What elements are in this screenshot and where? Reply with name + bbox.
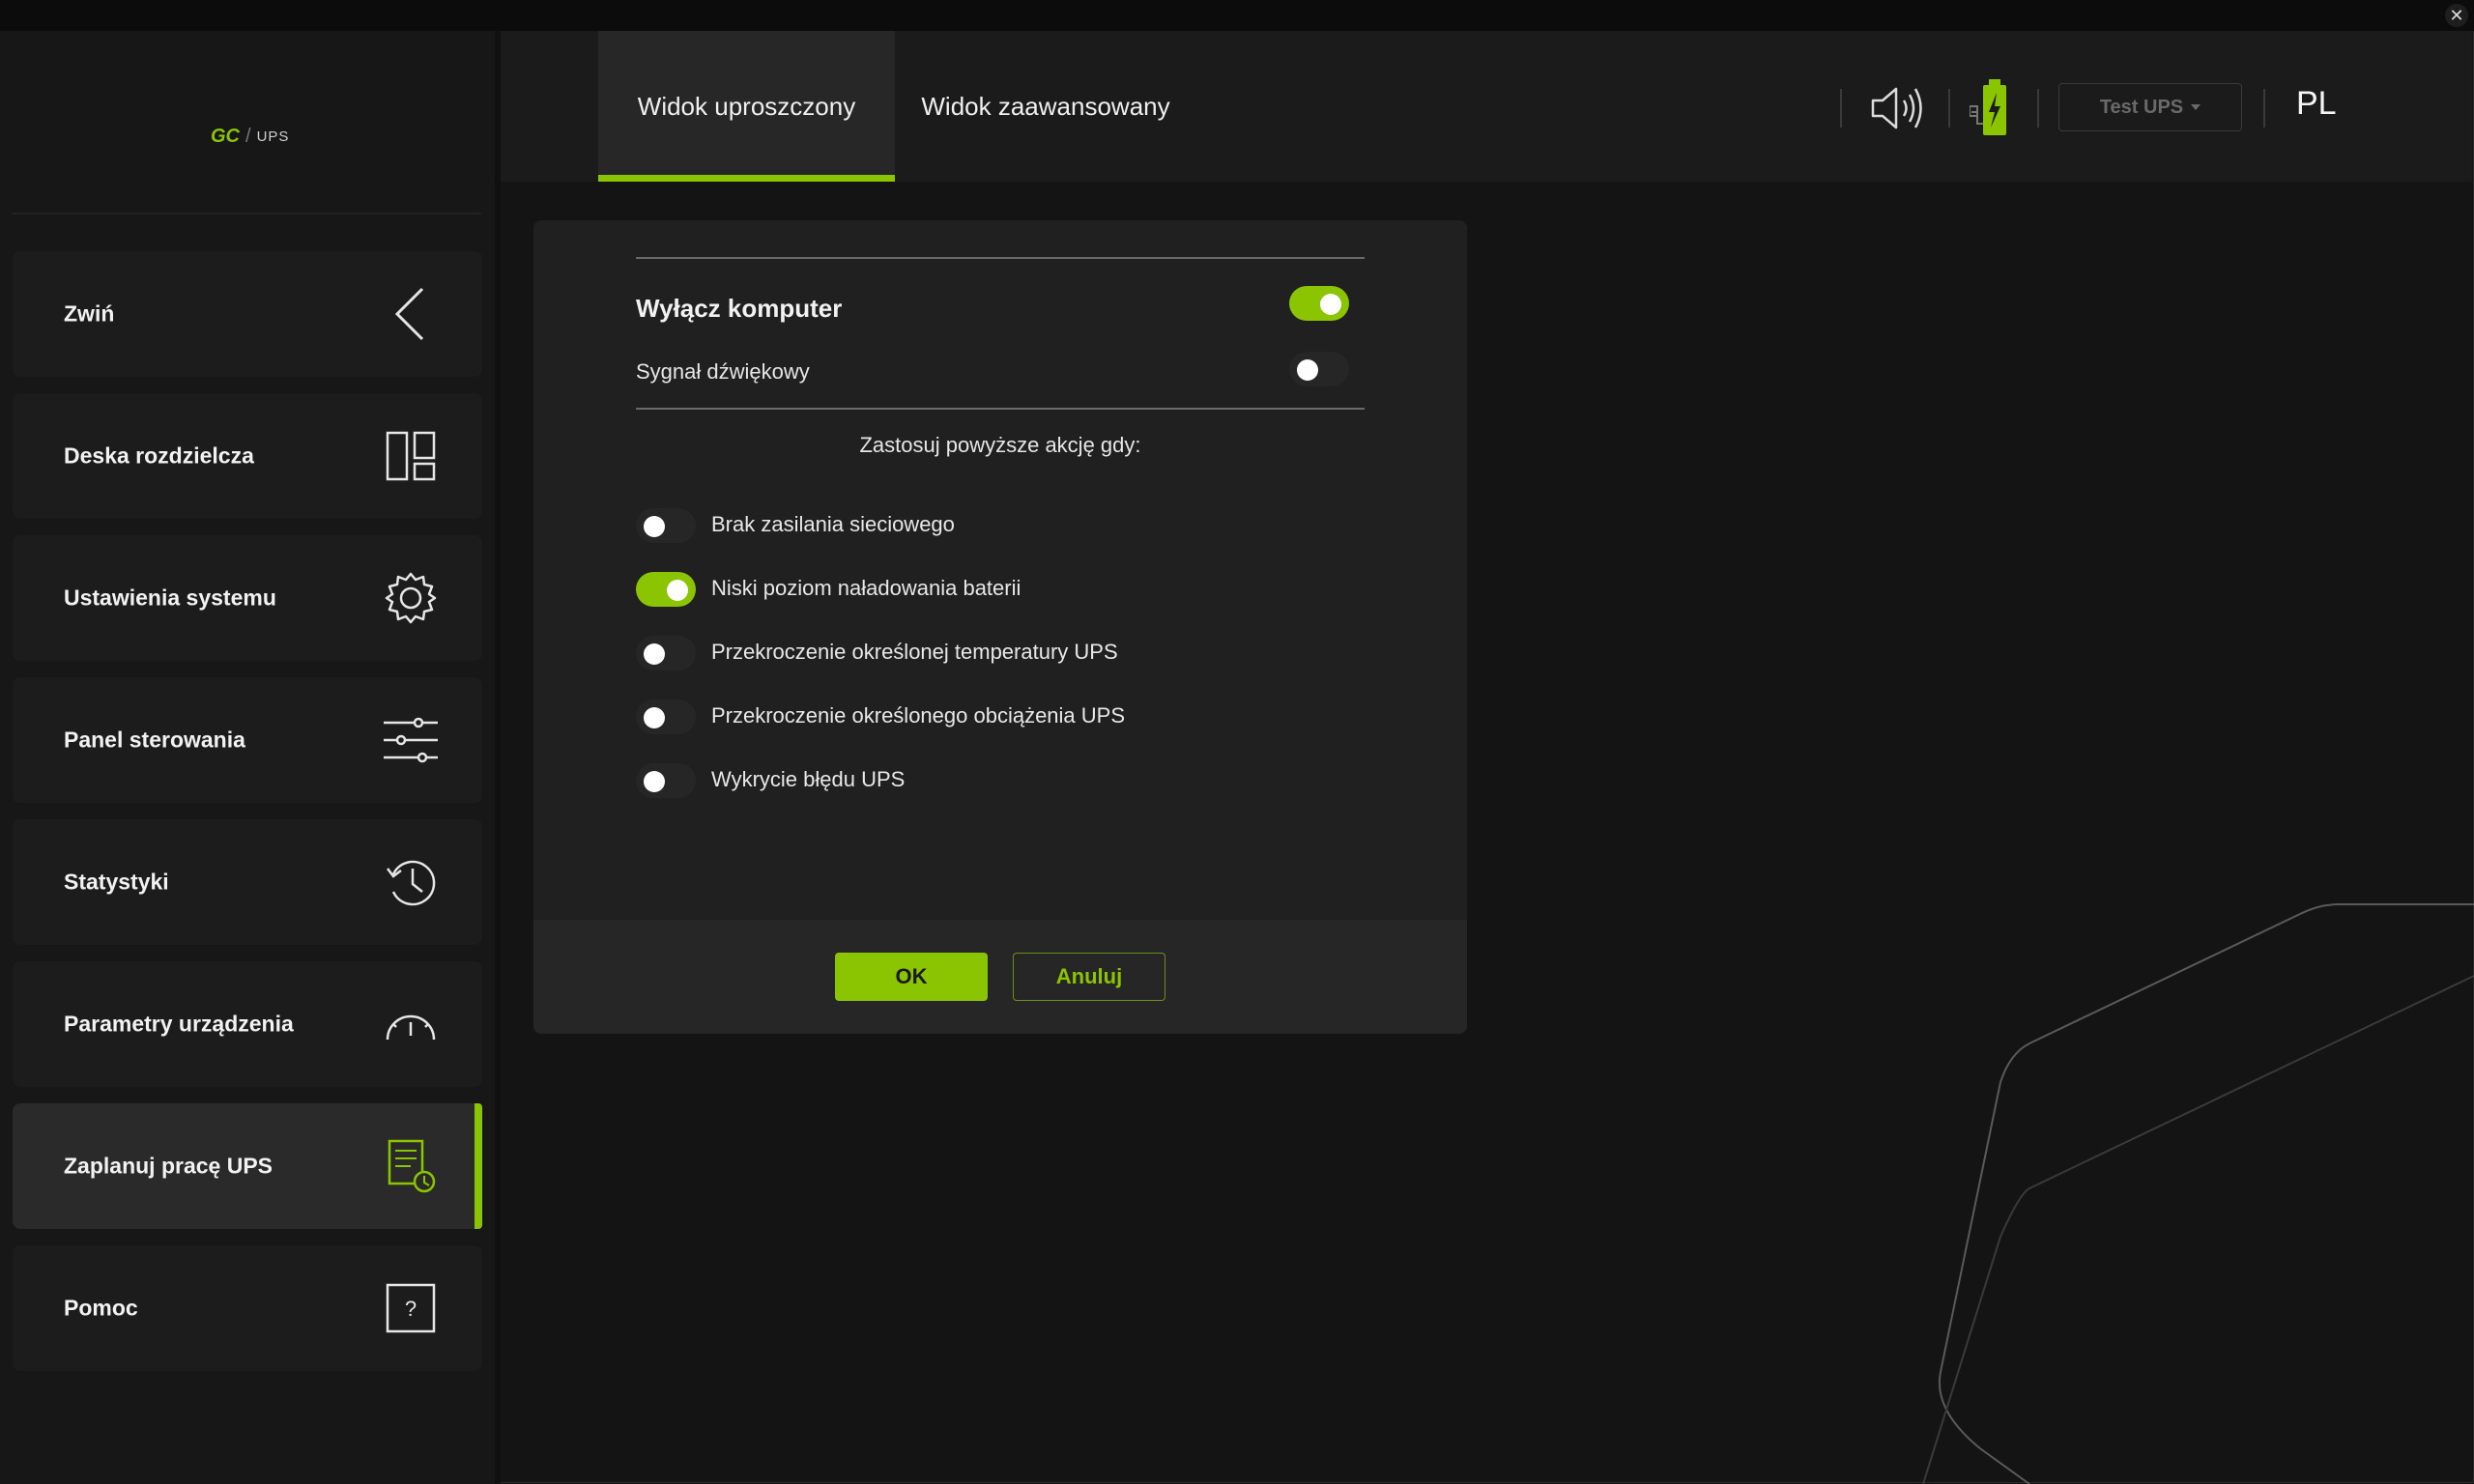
sliders-icon — [384, 717, 438, 763]
sidebar-item-device-parameters[interactable]: Parametry urządzenia — [13, 961, 482, 1087]
title-bar: ✕ — [0, 0, 2474, 31]
beep-signal-label: Sygnał dźwiękowy — [636, 359, 810, 384]
logo-product: UPS — [256, 128, 290, 145]
sidebar-item-label: Statystyki — [64, 869, 169, 895]
sidebar-item-control-panel[interactable]: Panel sterowania — [13, 677, 482, 803]
caret-down-icon — [2191, 104, 2201, 110]
sidebar-item-system-settings[interactable]: Ustawienia systemu — [13, 535, 482, 661]
sidebar: GC / UPS Zwiń Deska rozdzielcza Ustawien… — [0, 31, 495, 1484]
sidebar-nav: Zwiń Deska rozdzielcza Ustawienia system… — [13, 251, 482, 1387]
header-separator — [2037, 89, 2039, 128]
gear-icon — [385, 572, 437, 624]
sidebar-item-label: Zwiń — [64, 300, 115, 327]
dialog-footer — [533, 920, 1467, 1034]
history-clock-icon — [387, 860, 436, 906]
schedule-document-icon — [388, 1139, 436, 1193]
shutdown-computer-label: Wyłącz komputer — [636, 294, 843, 323]
device-select[interactable]: Test UPS — [2058, 83, 2242, 131]
toggle-knob — [644, 516, 665, 537]
condition-label-temperature: Przekroczenie określonej temperatury UPS — [711, 640, 1118, 664]
sidebar-item-label: Parametry urządzenia — [64, 1011, 294, 1037]
sidebar-item-label: Zaplanuj pracę UPS — [64, 1153, 273, 1179]
tab-advanced-view[interactable]: Widok zaawansowany — [910, 31, 1181, 182]
toggle-knob — [644, 771, 665, 792]
condition-label-ups-error: Wykrycie błędu UPS — [711, 767, 906, 791]
sidebar-item-statistics[interactable]: Statystyki — [13, 819, 482, 945]
condition-toggle-ups-error[interactable] — [636, 763, 696, 798]
sidebar-item-schedule-ups[interactable]: Zaplanuj pracę UPS — [13, 1103, 482, 1229]
sidebar-item-label: Ustawienia systemu — [64, 585, 276, 611]
gauge-icon — [386, 1014, 436, 1041]
sidebar-item-dashboard[interactable]: Deska rozdzielcza — [13, 393, 482, 519]
toggle-knob — [667, 580, 688, 601]
sidebar-item-help[interactable]: Pomoc ? — [13, 1245, 482, 1371]
divider — [636, 408, 1365, 410]
condition-label-power-loss: Brak zasilania sieciowego — [711, 512, 955, 536]
apply-when-caption: Zastosuj powyższe akcję gdy: — [859, 433, 1141, 457]
window-close-button[interactable]: ✕ — [2445, 4, 2468, 27]
sidebar-item-collapse[interactable]: Zwiń — [13, 251, 482, 377]
condition-toggle-temperature[interactable] — [636, 636, 696, 671]
beep-signal-toggle[interactable] — [1289, 352, 1349, 386]
condition-toggle-power-loss[interactable] — [636, 508, 696, 543]
chevron-left-icon — [394, 287, 424, 341]
toggle-knob — [644, 707, 665, 728]
header-separator — [1840, 89, 1842, 128]
shutdown-computer-toggle[interactable] — [1289, 286, 1349, 321]
toggle-knob — [1297, 359, 1318, 381]
help-box-icon: ? — [386, 1283, 436, 1333]
logo-brand: GC — [211, 126, 240, 147]
condition-toggle-low-battery[interactable] — [636, 572, 696, 607]
condition-toggle-load[interactable] — [636, 699, 696, 734]
dashboard-grid-icon — [386, 431, 436, 481]
svg-text:?: ? — [405, 1297, 417, 1321]
battery-charging-icon — [1970, 79, 2006, 135]
shutdown-settings-dialog: Wyłącz komputer Sygnał dźwiękowy Zastosu… — [533, 220, 1467, 1034]
header-separator — [2263, 89, 2265, 128]
logo-slash: / — [245, 126, 251, 147]
sidebar-item-label: Deska rozdzielcza — [64, 442, 254, 469]
sidebar-item-label: Panel sterowania — [64, 727, 245, 753]
background-decoration — [1922, 903, 2474, 1484]
app-logo: GC / UPS — [211, 126, 289, 148]
sidebar-edge — [495, 31, 501, 1484]
divider — [636, 257, 1365, 259]
condition-label-load: Przekroczenie określonego obciążenia UPS — [711, 703, 1126, 728]
toggle-knob — [1320, 294, 1341, 315]
cancel-button[interactable]: Anuluj — [1013, 953, 1165, 1001]
top-bar: Widok uproszczony Widok zaawansowany Tes… — [501, 31, 2472, 182]
header-separator — [1948, 89, 1950, 128]
ok-button[interactable]: OK — [835, 953, 988, 1001]
toggle-knob — [644, 643, 665, 665]
condition-label-low-battery: Niski poziom naładowania baterii — [711, 576, 1021, 600]
divider — [12, 213, 481, 214]
language-switch[interactable]: PL — [2296, 85, 2337, 123]
tab-simple-view[interactable]: Widok uproszczony — [598, 31, 895, 182]
sidebar-item-label: Pomoc — [64, 1295, 138, 1321]
device-select-value: Test UPS — [2099, 96, 2184, 118]
speaker-icon[interactable] — [1867, 79, 1925, 137]
